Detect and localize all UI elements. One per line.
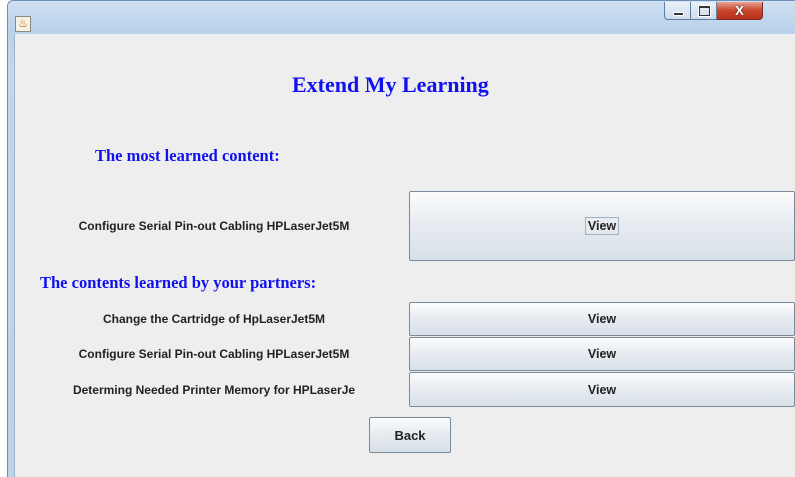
maximize-button[interactable] [691, 2, 717, 20]
most-learned-label: Configure Serial Pin-out Cabling HPLaser… [78, 219, 350, 233]
view-button-label: View [584, 217, 620, 235]
java-icon[interactable]: ♨ [15, 16, 31, 32]
partner-content-label-2: Configure Serial Pin-out Cabling HPLaser… [78, 347, 350, 361]
most-learned-view-button[interactable]: View [409, 191, 795, 261]
close-button[interactable]: X [717, 2, 763, 20]
view-button-label: View [587, 347, 617, 361]
partner-content-label-3: Determing Needed Printer Memory for HPLa… [72, 383, 356, 397]
back-button[interactable]: Back [369, 417, 451, 453]
minimize-button[interactable] [664, 2, 691, 20]
close-icon: X [735, 3, 744, 18]
partners-heading: The contents learned by your partners: [40, 273, 317, 292]
page-title: Extend My Learning [292, 72, 489, 97]
partner-view-button-2[interactable]: View [409, 337, 795, 371]
back-button-label: Back [394, 427, 426, 443]
most-learned-heading: The most learned content: [95, 146, 280, 165]
partner-view-button-3[interactable]: View [409, 372, 795, 407]
title-bar[interactable]: ♨ X [8, 1, 795, 35]
partner-view-button-1[interactable]: View [409, 302, 795, 336]
view-button-label: View [587, 382, 617, 397]
partner-content-label-1: Change the Cartridge of HpLaserJet5M [102, 312, 326, 326]
view-button-label: View [587, 312, 617, 326]
